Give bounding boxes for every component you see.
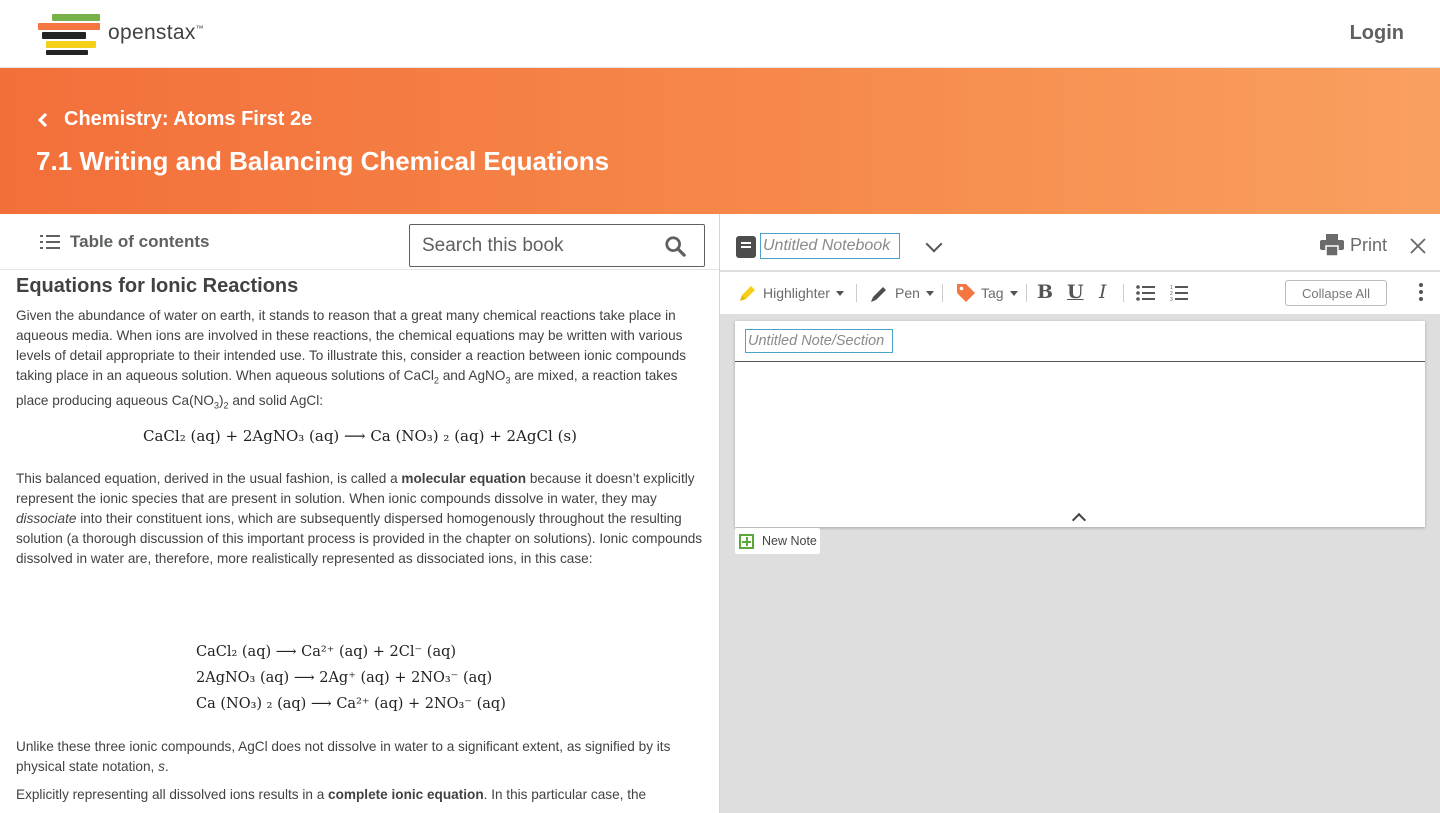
note-card — [735, 321, 1425, 528]
underline-button[interactable]: U — [1067, 281, 1084, 303]
book-title: Chemistry: Atoms First 2e — [64, 108, 313, 130]
tag-button[interactable]: Tag — [956, 283, 1018, 303]
printer-icon — [1320, 234, 1344, 256]
new-note-label: New Note — [762, 534, 817, 548]
book-header: Chemistry: Atoms First 2e 7.1 Writing an… — [0, 68, 1440, 214]
search-input[interactable] — [422, 233, 652, 259]
note-title-input[interactable] — [745, 329, 893, 353]
toc-label: Table of contents — [70, 232, 210, 251]
new-note-button[interactable]: New Note — [735, 528, 820, 554]
back-to-book-link[interactable]: Chemistry: Atoms First 2e — [36, 108, 312, 131]
paragraph-1: Given the abundance of water on earth, i… — [16, 308, 687, 411]
caret-down-icon — [835, 290, 844, 296]
paragraph-2: This balanced equation, derived in the u… — [16, 471, 703, 567]
reader-toolbar: Table of contents — [0, 214, 720, 270]
plus-icon — [739, 533, 754, 549]
notebook-header: Print — [720, 214, 1440, 271]
book-content: Equations for Ionic Reactions Given the … — [0, 271, 720, 813]
pen-icon — [871, 287, 886, 302]
term-complete-ionic-equation: complete ionic equation — [328, 787, 484, 803]
equation-line: CaCl₂ (aq) ⟶ Ca²⁺ (aq) + 2Cl⁻ (aq) — [196, 644, 457, 661]
caret-down-icon — [1009, 290, 1018, 296]
note-divider — [735, 361, 1425, 362]
bullet-list-icon[interactable] — [1136, 285, 1156, 301]
chevron-down-icon[interactable] — [925, 235, 943, 253]
content-heading: Equations for Ionic Reactions — [16, 275, 299, 297]
openstax-logo[interactable]: openstax™ — [38, 14, 218, 55]
notebook-title-input[interactable] — [760, 233, 900, 259]
print-button[interactable]: Print — [1320, 234, 1387, 256]
equation-line: Ca (NO₃) ₂ (aq) ⟶ Ca²⁺ (aq) + 2NO₃⁻ (aq) — [196, 696, 506, 713]
caret-down-icon — [925, 290, 934, 296]
search-icon[interactable] — [664, 235, 686, 257]
term-molecular-equation: molecular equation — [401, 471, 527, 487]
chevron-up-icon[interactable] — [1071, 512, 1087, 528]
close-icon[interactable] — [1408, 236, 1428, 256]
tag-icon — [957, 284, 975, 302]
trademark: ™ — [195, 24, 204, 33]
collapse-all-button[interactable]: Collapse All — [1285, 280, 1387, 306]
notebook-panel: Print Highlighter Pen — [720, 214, 1440, 813]
top-navigation: openstax™ Login — [0, 0, 1440, 68]
print-label: Print — [1350, 234, 1388, 255]
molecular-equation: CaCl₂ (aq) + 2AgNO₃ (aq) ⟶ Ca (NO₃) ₂ (a… — [143, 427, 577, 446]
brand-name: openstax — [108, 21, 196, 44]
term-dissociate: dissociate — [16, 511, 77, 527]
bold-button[interactable]: B — [1037, 281, 1053, 303]
equation-line: 2AgNO₃ (aq) ⟶ 2Ag⁺ (aq) + 2NO₃⁻ (aq) — [196, 670, 493, 687]
search-box — [409, 224, 705, 267]
login-link[interactable]: Login — [1350, 22, 1404, 45]
notebook-icon — [736, 236, 756, 258]
paragraph-3: Unlike these three ionic compounds, AgCl… — [16, 739, 671, 775]
more-options-icon[interactable] — [1419, 283, 1423, 303]
list-icon — [40, 234, 60, 250]
paragraph-4: Explicitly representing all dissolved io… — [16, 787, 647, 803]
italic-button[interactable]: I — [1099, 281, 1107, 303]
pen-button[interactable]: Pen — [870, 283, 934, 303]
svg-text:3: 3 — [1170, 297, 1173, 302]
section-title: 7.1 Writing and Balancing Chemical Equat… — [36, 146, 610, 176]
dissociation-equations: CaCl₂ (aq) ⟶ Ca²⁺ (aq) + 2Cl⁻ (aq) 2AgNO… — [196, 639, 704, 717]
chevron-left-icon — [37, 112, 53, 127]
note-formatting-toolbar: Highlighter Pen Tag B U I 1 2 3 Collapse… — [720, 272, 1440, 314]
highlighter-icon — [740, 286, 755, 301]
highlighter-button[interactable]: Highlighter — [738, 283, 844, 303]
table-of-contents-button[interactable]: Table of contents — [40, 232, 209, 252]
numbered-list-icon[interactable]: 1 2 3 — [1170, 284, 1188, 302]
